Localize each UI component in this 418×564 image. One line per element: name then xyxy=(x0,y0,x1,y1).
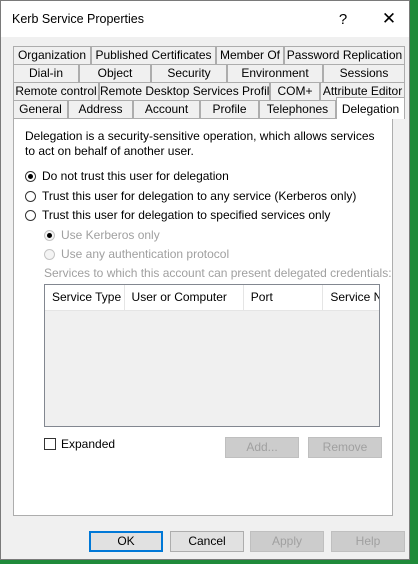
radio-use-kerberos-only[interactable]: Use Kerberos only xyxy=(44,228,160,242)
close-icon[interactable]: ✕ xyxy=(369,1,409,37)
tab-general[interactable]: General xyxy=(13,100,68,118)
tab-account[interactable]: Account xyxy=(133,100,200,118)
tab-security[interactable]: Security xyxy=(151,64,227,82)
column-service-name[interactable]: Service Na xyxy=(323,285,379,310)
expanded-checkbox[interactable]: Expanded xyxy=(44,437,115,451)
tab-environment[interactable]: Environment xyxy=(227,64,323,82)
tab-remote-desktop-services-profile[interactable]: Remote Desktop Services Profile xyxy=(99,82,276,100)
radio-trust-specified-services[interactable]: Trust this user for delegation to specif… xyxy=(25,208,330,222)
column-service-type[interactable]: Service Type xyxy=(45,285,125,310)
help-button[interactable]: Help xyxy=(331,531,405,552)
radio-do-not-trust[interactable]: Do not trust this user for delegation xyxy=(25,169,229,183)
list-header: Service Type User or Computer Port Servi… xyxy=(45,285,379,311)
radio-circle[interactable] xyxy=(25,170,36,182)
delegation-panel: Delegation is a security-sensitive opera… xyxy=(13,118,393,516)
services-list[interactable]: Service Type User or Computer Port Servi… xyxy=(44,284,380,427)
tab-address[interactable]: Address xyxy=(68,100,133,118)
radio-trust-any-service[interactable]: Trust this user for delegation to any se… xyxy=(25,189,356,203)
apply-button[interactable]: Apply xyxy=(250,531,324,552)
tab-com-plus[interactable]: COM+ xyxy=(270,82,320,100)
checkbox-label: Expanded xyxy=(61,437,116,451)
tab-password-replication[interactable]: Password Replication xyxy=(284,46,405,64)
radio-label: Use any authentication protocol xyxy=(61,247,230,261)
tab-dial-in[interactable]: Dial-in xyxy=(13,64,79,82)
tab-object[interactable]: Object xyxy=(79,64,151,82)
column-port[interactable]: Port xyxy=(244,285,324,310)
tab-delegation[interactable]: Delegation xyxy=(336,97,405,119)
radio-label: Trust this user for delegation to any se… xyxy=(42,189,357,203)
properties-dialog: Kerb Service Properties ? ✕ Organization… xyxy=(0,0,410,560)
radio-label: Trust this user for delegation to specif… xyxy=(42,208,331,222)
radio-circle[interactable] xyxy=(25,190,36,202)
radio-circle[interactable] xyxy=(44,248,55,260)
window-title: Kerb Service Properties xyxy=(12,12,145,26)
tab-profile[interactable]: Profile xyxy=(200,100,259,118)
tab-telephones[interactable]: Telephones xyxy=(259,100,336,118)
radio-circle[interactable] xyxy=(25,209,36,221)
checkbox-box[interactable] xyxy=(44,438,56,450)
radio-label: Use Kerberos only xyxy=(61,228,160,242)
tab-remote-control[interactable]: Remote control xyxy=(13,82,99,100)
title-bar: Kerb Service Properties ? ✕ xyxy=(1,1,409,37)
delegation-description: Delegation is a security-sensitive opera… xyxy=(25,129,375,158)
tab-sessions[interactable]: Sessions xyxy=(323,64,405,82)
dialog-footer: OK Cancel Apply Help xyxy=(1,516,409,560)
services-label: Services to which this account can prese… xyxy=(44,266,392,280)
radio-label: Do not trust this user for delegation xyxy=(42,169,229,183)
cancel-button[interactable]: Cancel xyxy=(170,531,244,552)
radio-circle[interactable] xyxy=(44,229,55,241)
tab-published-certificates[interactable]: Published Certificates xyxy=(91,46,216,64)
add-button[interactable]: Add... xyxy=(225,437,299,458)
remove-button[interactable]: Remove xyxy=(308,437,382,458)
radio-use-any-auth-protocol[interactable]: Use any authentication protocol xyxy=(44,247,229,261)
tab-organization[interactable]: Organization xyxy=(13,46,91,64)
tab-member-of[interactable]: Member Of xyxy=(216,46,284,64)
column-user-or-computer[interactable]: User or Computer xyxy=(125,285,244,310)
help-icon[interactable]: ? xyxy=(323,1,363,37)
ok-button[interactable]: OK xyxy=(89,531,163,552)
